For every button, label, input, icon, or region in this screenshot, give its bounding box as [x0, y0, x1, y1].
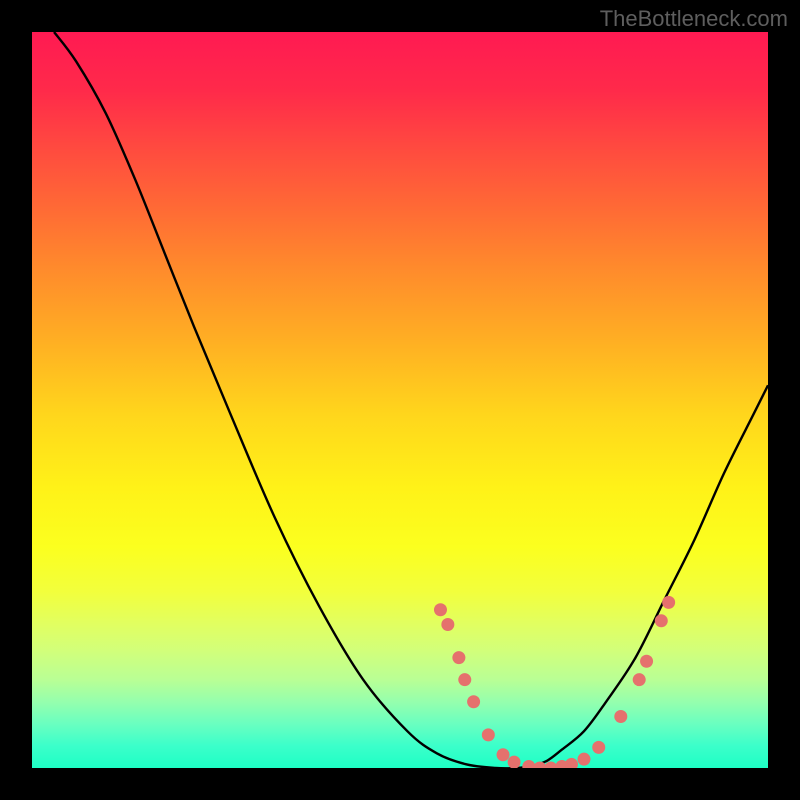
chart-data-point — [458, 673, 471, 686]
chart-data-point — [614, 710, 627, 723]
chart-data-point — [434, 603, 447, 616]
chart-data-point — [565, 758, 578, 768]
chart-data-point — [592, 741, 605, 754]
chart-data-point — [497, 748, 510, 761]
chart-data-point — [633, 673, 646, 686]
chart-data-point — [662, 596, 675, 609]
chart-data-point — [655, 614, 668, 627]
chart-data-point — [508, 756, 521, 768]
chart-data-point — [452, 651, 465, 664]
chart-data-point — [441, 618, 454, 631]
chart-data-points — [434, 596, 675, 768]
chart-svg — [32, 32, 768, 768]
chart-data-point — [578, 753, 591, 766]
watermark-text: TheBottleneck.com — [600, 6, 788, 32]
chart-curve — [54, 32, 768, 768]
chart-data-point — [467, 695, 480, 708]
chart-data-point — [482, 728, 495, 741]
chart-data-point — [640, 655, 653, 668]
chart-data-point — [522, 760, 535, 768]
chart-data-point — [544, 762, 557, 769]
chart-plot-area — [32, 32, 768, 768]
